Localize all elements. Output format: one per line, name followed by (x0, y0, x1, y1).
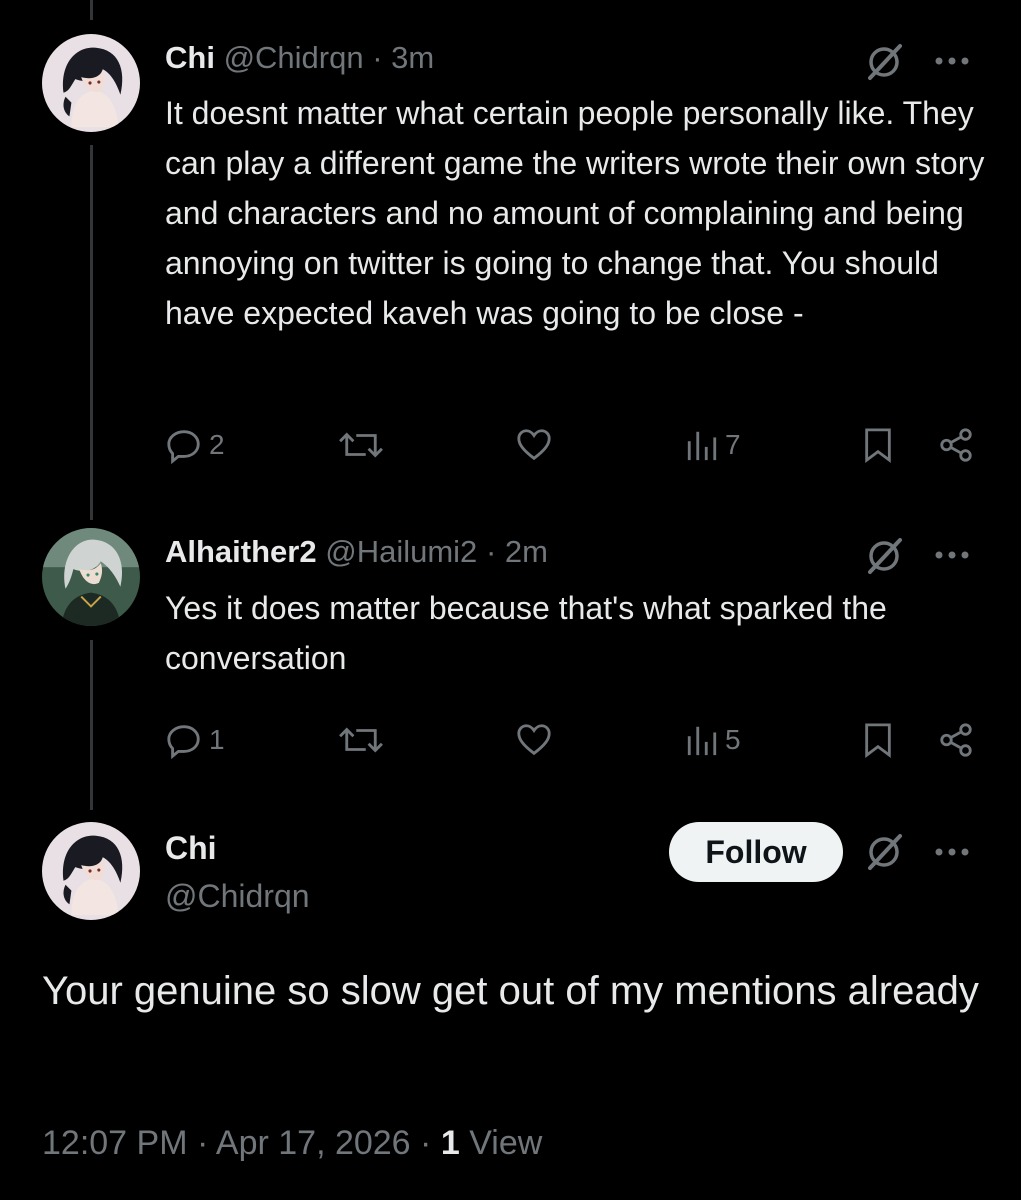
share-button[interactable] (937, 420, 975, 470)
action-bar: 1 5 (165, 715, 985, 765)
reply-button[interactable]: 1 (165, 715, 225, 765)
bookmark-icon (865, 428, 891, 463)
reply-icon (167, 430, 200, 464)
reply-count: 2 (209, 429, 225, 460)
grok-icon[interactable] (864, 42, 904, 82)
avatar-image (42, 822, 140, 920)
tweet-meta: 12:07 PM · Apr 17, 2026 · 1 View (42, 1124, 542, 1163)
reply-icon (167, 725, 200, 759)
action-bar: 2 7 (165, 420, 985, 470)
views-count: 5 (725, 724, 741, 755)
views-button[interactable]: 7 (685, 420, 741, 470)
tweet-time[interactable]: 2m (505, 534, 548, 569)
more-icon[interactable] (934, 56, 970, 66)
thread-line-top (90, 0, 93, 20)
tweet-text: It doesnt matter what certain people per… (165, 95, 985, 331)
views-icon (687, 431, 717, 461)
avatar[interactable] (42, 34, 140, 132)
separator: · (372, 40, 383, 75)
avatar[interactable] (42, 528, 140, 626)
more-icon[interactable] (934, 847, 970, 857)
views-count: 1 (440, 1124, 460, 1162)
retweet-icon (339, 432, 383, 458)
tweet-text: Yes it does matter because that's what s… (165, 590, 887, 676)
reply-button[interactable]: 2 (165, 420, 225, 470)
tweet-date[interactable]: Apr 17, 2026 (216, 1124, 411, 1162)
avatar-image (42, 34, 140, 132)
thread-line-2 (90, 640, 93, 810)
tweet-time[interactable]: 12:07 PM (42, 1124, 188, 1162)
avatar-image (42, 528, 140, 626)
grok-icon[interactable] (864, 536, 904, 576)
separator: · (485, 534, 497, 569)
views-button[interactable]: 5 (685, 715, 741, 765)
reply-header: Chi @Chidrqn · 3m (165, 42, 434, 73)
share-icon (940, 428, 972, 462)
retweet-icon (339, 727, 383, 753)
share-button[interactable] (937, 715, 975, 765)
reply-header: Alhaither2 @Hailumi2 · 2m (165, 536, 548, 567)
separator: · (420, 1124, 432, 1162)
tweet-time[interactable]: 3m (391, 40, 434, 75)
author-name[interactable]: Alhaither2 (165, 534, 317, 569)
author-handle[interactable]: @Hailumi2 (325, 534, 477, 569)
more-icon[interactable] (934, 550, 970, 560)
retweet-button[interactable] (337, 715, 385, 765)
grok-icon[interactable] (864, 832, 904, 872)
avatar[interactable] (42, 822, 140, 920)
tweet-text: Your genuine so slow get out of my menti… (42, 969, 979, 1013)
follow-button[interactable]: Follow (669, 822, 843, 882)
author-name[interactable]: Chi (165, 830, 217, 867)
bookmark-button[interactable] (861, 715, 895, 765)
like-icon (517, 429, 551, 461)
views-icon (687, 726, 717, 756)
bookmark-button[interactable] (861, 420, 895, 470)
thread-line-1 (90, 145, 93, 520)
author-name[interactable]: Chi (165, 40, 215, 75)
views-count: 7 (725, 429, 741, 460)
retweet-button[interactable] (337, 420, 385, 470)
author-handle[interactable]: @Chidrqn (165, 878, 310, 915)
reply-count: 1 (209, 724, 225, 755)
views-label: View (469, 1124, 543, 1162)
like-icon (517, 724, 551, 756)
share-icon (940, 723, 972, 757)
separator: · (196, 1124, 209, 1162)
bookmark-icon (865, 723, 891, 758)
like-button[interactable] (515, 715, 553, 765)
like-button[interactable] (515, 420, 553, 470)
author-handle[interactable]: @Chidrqn (224, 40, 364, 75)
